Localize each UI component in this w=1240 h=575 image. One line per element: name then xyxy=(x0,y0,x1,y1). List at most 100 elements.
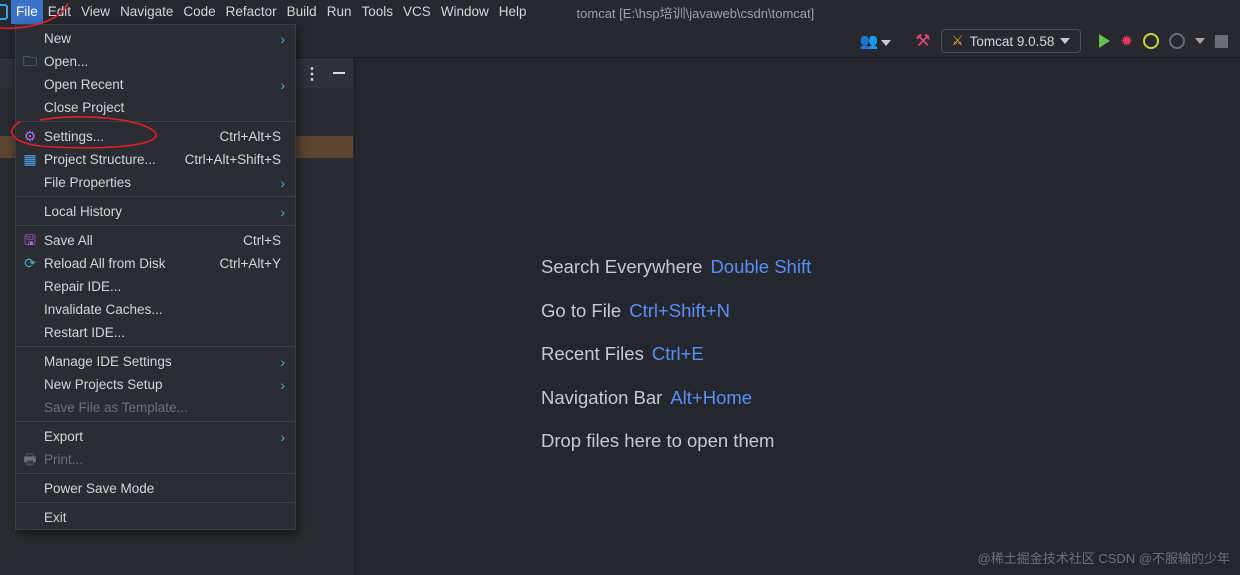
folder-icon: 🗀 xyxy=(23,53,37,69)
welcome-hint: Search Everywhere Double Shift xyxy=(541,256,811,278)
menu-item-label: Save File as Template... xyxy=(44,400,188,415)
shortcut-label: Ctrl+Alt+Y xyxy=(219,256,281,271)
menu-item-close-project[interactable]: Close Project xyxy=(16,96,295,119)
chevron-right-icon: › xyxy=(280,76,285,93)
options-icon[interactable]: ⋮ xyxy=(304,64,320,84)
menu-item-label: Open Recent xyxy=(44,77,124,92)
debug-icon[interactable]: ✹ xyxy=(1120,32,1133,50)
menu-bar: File Edit View Navigate Code Refactor Build Run… xyxy=(0,0,1240,24)
hint-label: Recent Files xyxy=(541,343,644,364)
menu-item-label: Print... xyxy=(44,452,84,467)
menu-item-label: Close Project xyxy=(44,100,125,115)
menu-item-open-recent[interactable]: Open Recent › xyxy=(16,73,295,96)
welcome-hint: Recent Files Ctrl+E xyxy=(541,343,704,365)
hint-shortcut[interactable]: Ctrl+Shift+N xyxy=(629,300,730,321)
hint-shortcut[interactable]: Alt+Home xyxy=(670,387,752,408)
menu-navigate[interactable]: Navigate xyxy=(115,0,178,24)
menu-item-label: Open... xyxy=(44,54,89,69)
welcome-hint: Navigation Bar Alt+Home xyxy=(541,387,752,409)
shortcut-label: Ctrl+Alt+S xyxy=(219,129,281,144)
tomcat-icon: ⚔ xyxy=(951,33,964,48)
print-icon: 🖶 xyxy=(23,451,37,467)
shortcut-label: Ctrl+Alt+Shift+S xyxy=(184,152,281,167)
welcome-hint: Go to File Ctrl+Shift+N xyxy=(541,300,730,322)
chevron-right-icon: › xyxy=(280,353,285,370)
menu-item-project-structure[interactable]: ▦ Project Structure... Ctrl+Alt+Shift+S xyxy=(16,148,295,171)
hint-label: Search Everywhere xyxy=(541,256,703,277)
menu-item-open[interactable]: 🗀 Open... xyxy=(16,50,295,73)
menu-item-exit[interactable]: Exit xyxy=(16,506,295,529)
menu-item-save-all[interactable]: 🖫 Save All Ctrl+S xyxy=(16,229,295,252)
menu-item-label: Manage IDE Settings xyxy=(44,354,172,369)
menu-help[interactable]: Help xyxy=(494,0,532,24)
menu-item-label: Export xyxy=(44,429,84,444)
menu-file[interactable]: File xyxy=(11,0,43,24)
hint-shortcut[interactable]: Double Shift xyxy=(710,256,811,277)
menu-item-repair-ide[interactable]: Repair IDE... xyxy=(16,275,295,298)
grid-icon: ▦ xyxy=(23,151,37,167)
gear-icon: ⚙ xyxy=(23,128,37,144)
menu-item-label: File Properties xyxy=(44,175,132,190)
menu-edit[interactable]: Edit xyxy=(43,0,76,24)
menu-item-label: Restart IDE... xyxy=(44,325,126,340)
menu-item-label: Settings... xyxy=(44,129,105,144)
chevron-down-icon xyxy=(1060,38,1071,44)
watermark: @稀土掘金技术社区 CSDN @不服输的少年 xyxy=(977,551,1230,566)
menu-item-export[interactable]: Export › xyxy=(16,425,295,448)
menu-run[interactable]: Run xyxy=(322,0,357,24)
menu-item-restart-ide[interactable]: Restart IDE... xyxy=(16,321,295,344)
menu-item-file-properties[interactable]: File Properties › xyxy=(16,171,295,194)
menu-item-local-history[interactable]: Local History › xyxy=(16,200,295,223)
shortcut-label: Ctrl+S xyxy=(243,233,281,248)
menu-item-power-save-mode[interactable]: Power Save Mode xyxy=(16,477,295,500)
menu-item-label: New Projects Setup xyxy=(44,377,163,392)
run-icon[interactable] xyxy=(1099,34,1111,48)
reload-icon: ⟳ xyxy=(24,255,36,271)
menu-refactor[interactable]: Refactor xyxy=(221,0,282,24)
menu-item-new-projects-setup[interactable]: New Projects Setup › xyxy=(16,373,295,396)
minimize-icon[interactable] xyxy=(333,72,345,74)
menu-build[interactable]: Build xyxy=(282,0,322,24)
menu-item-label: Project Structure... xyxy=(44,152,156,167)
menu-item-label: New xyxy=(44,31,72,46)
menu-code[interactable]: Code xyxy=(178,0,220,24)
menu-item-print: 🖶 Print... xyxy=(16,448,295,471)
menu-item-label: Save All xyxy=(44,233,93,248)
hint-label: Navigation Bar xyxy=(541,387,663,408)
save-icon: 🖫 xyxy=(24,232,36,248)
app-logo-icon xyxy=(0,4,8,20)
chevron-right-icon: › xyxy=(280,203,285,220)
hint-label: Drop files here to open them xyxy=(541,430,775,451)
chevron-right-icon: › xyxy=(280,376,285,393)
hammer-icon[interactable]: ⚒ xyxy=(915,31,930,51)
menu-item-manage-ide-settings[interactable]: Manage IDE Settings › xyxy=(16,350,295,373)
menu-item-new[interactable]: New › xyxy=(16,27,295,50)
menu-item-label: Exit xyxy=(44,510,67,525)
menu-item-label: Reload All from Disk xyxy=(44,256,166,271)
run-config-selector[interactable]: ⚔ Tomcat 9.0.58 xyxy=(940,29,1082,53)
hint-label: Go to File xyxy=(541,300,622,321)
chevron-right-icon: › xyxy=(280,174,285,191)
stop-icon[interactable] xyxy=(1215,34,1228,48)
menu-tools[interactable]: Tools xyxy=(356,0,398,24)
menu-item-label: Power Save Mode xyxy=(44,481,155,496)
menu-item-save-file-as-template: Save File as Template... xyxy=(16,396,295,419)
menu-item-label: Local History xyxy=(44,204,123,219)
profiler-icon[interactable] xyxy=(1169,33,1185,49)
more-dropdown-icon[interactable] xyxy=(1195,38,1205,44)
coverage-icon[interactable] xyxy=(1143,33,1159,49)
window-title: tomcat [E:\hsp培训\javaweb\csdn\tomcat] xyxy=(576,5,815,21)
chevron-right-icon: › xyxy=(280,30,285,47)
menu-item-reload-all-from-disk[interactable]: ⟳ Reload All from Disk Ctrl+Alt+Y xyxy=(16,252,295,275)
welcome-hint: Drop files here to open them xyxy=(541,430,774,452)
file-menu: New › 🗀 Open... Open Recent › Close Project ⚙ Se… xyxy=(15,24,296,530)
menu-view[interactable]: View xyxy=(76,0,115,24)
menu-item-settings[interactable]: ⚙ Settings... Ctrl+Alt+S xyxy=(16,125,295,148)
menu-vcs[interactable]: VCS xyxy=(398,0,436,24)
menu-item-invalidate-caches[interactable]: Invalidate Caches... xyxy=(16,298,295,321)
users-icon[interactable]: 👥 xyxy=(860,32,892,50)
menu-item-label: Repair IDE... xyxy=(44,279,122,294)
hint-shortcut[interactable]: Ctrl+E xyxy=(652,343,704,364)
menu-window[interactable]: Window xyxy=(436,0,494,24)
menu-item-label: Invalidate Caches... xyxy=(44,302,163,317)
